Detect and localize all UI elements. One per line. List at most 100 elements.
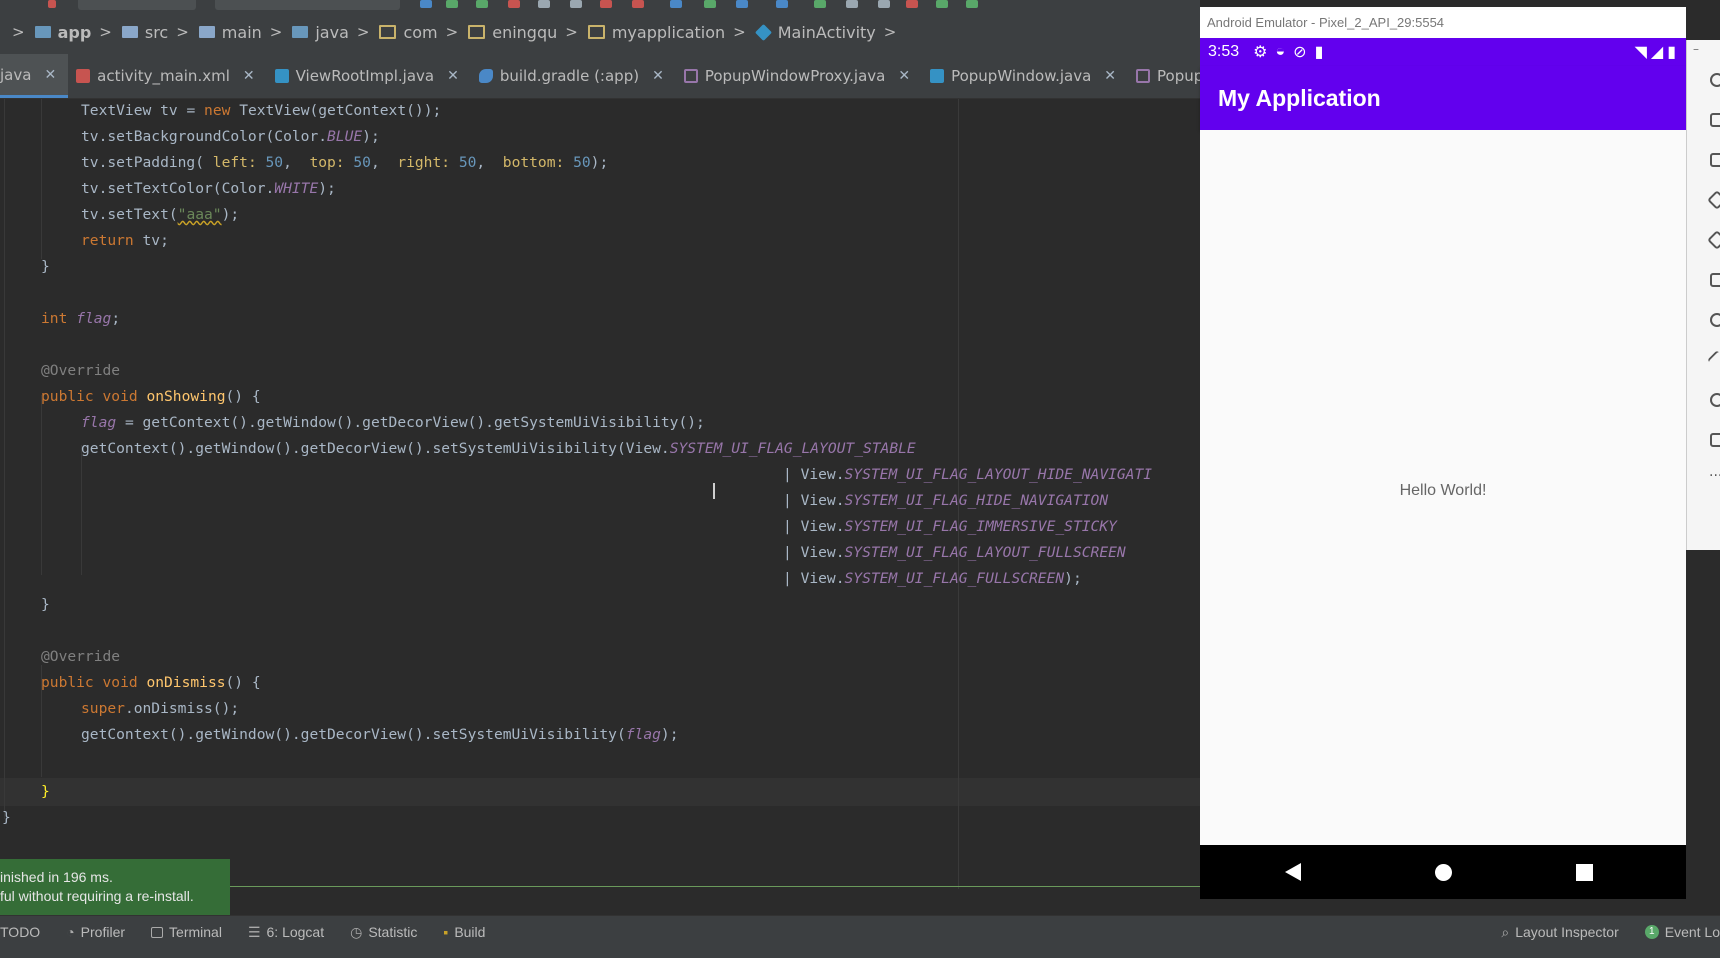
status-time: 3:53 — [1208, 43, 1240, 60]
code-editor[interactable]: TextView tv = new TextView(getContext())… — [0, 99, 1200, 889]
rotate-right-icon[interactable] — [1707, 230, 1720, 250]
build-notification-balloon[interactable]: inished in 196 ms. ful without requiring… — [0, 859, 230, 915]
stop-run-icon[interactable] — [632, 0, 644, 8]
emulator-title-bar[interactable]: Android Emulator - Pixel_2_API_29:5554 — [1200, 7, 1686, 38]
ide-window: > app > src > main > java > com > eningq… — [0, 0, 1200, 958]
back-icon[interactable] — [1283, 862, 1303, 882]
attach-icon[interactable] — [538, 0, 550, 8]
code-line: TextView tv = new TextView(getContext())… — [81, 102, 442, 119]
profile-icon[interactable] — [508, 0, 520, 8]
code-line: tv.setText("aaa"); — [81, 206, 240, 223]
breadcrumb-eningqu[interactable]: eningqu — [468, 23, 557, 42]
apply-changes-icon[interactable] — [446, 0, 458, 8]
avd-manager-icon[interactable] — [670, 0, 682, 8]
coverage-icon[interactable] — [570, 0, 582, 8]
home-button-icon[interactable] — [1710, 393, 1720, 407]
breadcrumb-mainactivity[interactable]: MainActivity — [754, 23, 876, 42]
camera-icon[interactable] — [1710, 273, 1720, 287]
stop-icon[interactable] — [48, 0, 56, 8]
device-manager-icon[interactable] — [736, 0, 748, 8]
vcs-icon[interactable] — [936, 0, 948, 8]
android-icon[interactable] — [966, 0, 978, 8]
sync-icon[interactable] — [420, 0, 432, 8]
code-line: public void onShowing() { — [41, 388, 261, 405]
tool-window-layout-inspector[interactable]: ⌕ Layout Inspector — [1501, 924, 1618, 941]
tab-popupwindowproxy[interactable]: PopupWindowProxy.java ✕ — [676, 54, 922, 98]
search-icon[interactable] — [846, 0, 858, 8]
tab-build-gradle[interactable]: build.gradle (:app) ✕ — [471, 54, 676, 98]
minimize-icon[interactable]: – — [1693, 42, 1699, 56]
tab-popupdecorviewproxy[interactable]: PopupDecorViewProx — [1128, 54, 1200, 98]
chevron-right-icon: > — [269, 23, 283, 41]
close-icon[interactable]: ✕ — [243, 68, 255, 84]
tool-window-todo[interactable]: TODO — [0, 924, 40, 940]
tab-popupwindow[interactable]: PopupWindow.java ✕ — [922, 54, 1128, 98]
volume-up-icon[interactable] — [1710, 113, 1720, 127]
layout-icon[interactable] — [814, 0, 826, 8]
indent-guide — [41, 99, 42, 259]
sd-card-icon: ▮ — [1314, 44, 1324, 61]
device-selector[interactable] — [215, 0, 400, 10]
tools-icon[interactable] — [906, 0, 918, 8]
breadcrumb-java[interactable]: java — [292, 23, 349, 42]
close-icon[interactable]: ✕ — [44, 67, 56, 83]
back-button-icon[interactable] — [1707, 350, 1720, 370]
folder-icon — [198, 26, 215, 38]
chevron-right-icon: > — [733, 23, 746, 41]
tab-mainactivity-java[interactable]: java ✕ — [0, 54, 69, 98]
recents-icon[interactable] — [1576, 864, 1593, 881]
close-icon[interactable]: ✕ — [652, 68, 664, 84]
chevron-right-icon: > — [12, 23, 25, 41]
profiler-icon: ◔ — [66, 924, 75, 940]
breadcrumb-app[interactable]: app — [34, 23, 91, 42]
tab-viewrootimpl[interactable]: ViewRootImpl.java ✕ — [267, 54, 471, 98]
inspect-icon[interactable] — [878, 0, 890, 8]
tool-window-terminal[interactable]: Terminal — [151, 924, 222, 940]
home-icon[interactable] — [1435, 864, 1452, 881]
indent-guide — [41, 395, 42, 575]
tool-window-logcat[interactable]: ☰ 6: Logcat — [248, 924, 324, 941]
code-line: } — [41, 783, 50, 800]
code-line: int flag; — [41, 310, 121, 327]
status-bar — [0, 947, 1720, 958]
hello-text: Hello World! — [1399, 482, 1487, 499]
volume-down-icon[interactable] — [1710, 153, 1720, 167]
chevron-right-icon: > — [356, 23, 370, 41]
app-content[interactable]: Hello World! — [1200, 130, 1686, 845]
rotate-left-icon[interactable] — [1707, 190, 1720, 210]
overview-icon[interactable] — [1710, 433, 1720, 447]
indent-guide — [4, 99, 5, 819]
code-line: } — [2, 809, 11, 826]
decompiled-class-icon — [1136, 69, 1151, 83]
tool-window-statistic[interactable]: ◷ Statistic — [350, 924, 417, 941]
tool-window-event-log[interactable]: 1 Event Lo — [1644, 924, 1720, 940]
zoom-icon[interactable] — [1710, 313, 1720, 327]
breadcrumb-myapplication[interactable]: myapplication — [587, 23, 725, 42]
code-line: | View.SYSTEM_UI_FLAG_LAYOUT_HIDE_NAVIGA… — [783, 466, 1153, 483]
parameter-hint: bottom: — [502, 154, 574, 171]
breadcrumb-com[interactable]: com — [379, 23, 438, 42]
phone-status-bar: 3:53 ⚙ ◒ ⊘ ▮ ◥ ◢ ▮ — [1200, 38, 1686, 66]
text-cursor — [713, 483, 715, 499]
debug-icon[interactable] — [476, 0, 488, 8]
module-folder-icon — [34, 26, 51, 38]
breadcrumb-main[interactable]: main — [198, 23, 262, 42]
power-icon[interactable] — [1710, 73, 1720, 87]
logcat-icon: ☰ — [247, 923, 261, 940]
cell-signal-icon: ◢ — [1650, 44, 1664, 61]
ide-background — [1686, 550, 1720, 915]
sdk-manager-icon[interactable] — [704, 0, 716, 8]
tool-window-build[interactable]: ▪ Build — [443, 924, 485, 940]
close-icon[interactable]: ✕ — [1104, 68, 1116, 84]
decompiled-class-icon — [683, 69, 698, 83]
close-icon[interactable]: ✕ — [898, 68, 910, 84]
tab-activity-main-xml[interactable]: activity_main.xml ✕ — [68, 54, 266, 98]
structure-icon[interactable] — [776, 0, 788, 8]
more-icon[interactable]: ··· — [1709, 468, 1720, 484]
run-config-selector[interactable] — [78, 0, 196, 10]
breadcrumb-src[interactable]: src — [121, 23, 168, 42]
tool-window-profiler[interactable]: ◔ Profiler — [66, 924, 125, 940]
panel-divider — [230, 886, 1200, 887]
breakpoint-icon[interactable] — [600, 0, 612, 8]
close-icon[interactable]: ✕ — [447, 68, 459, 84]
